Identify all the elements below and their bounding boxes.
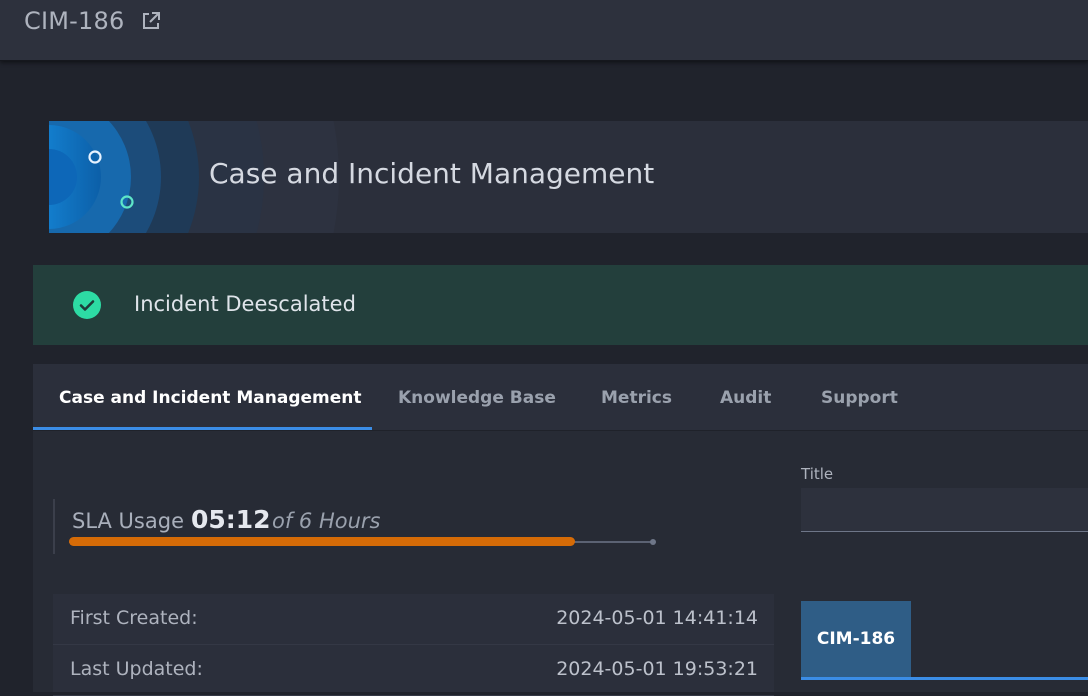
- last-updated-value: 2024-05-01 19:53:21: [556, 658, 758, 680]
- sla-label: SLA Usage: [72, 509, 184, 533]
- tab-bar: Case and Incident Management Knowledge B…: [33, 364, 1088, 431]
- sla-progress-end: [650, 539, 656, 545]
- tab-metrics[interactable]: Metrics: [601, 388, 672, 408]
- first-created-label: First Created:: [70, 607, 198, 629]
- title-label: Title: [801, 465, 834, 483]
- sla-value: 05:12: [191, 505, 271, 534]
- record-chip-label: CIM-186: [816, 629, 896, 649]
- banner-title: Case and Incident Management: [209, 157, 655, 190]
- status-alert: Incident Deescalated: [33, 265, 1088, 345]
- first-created-value: 2024-05-01 14:41:14: [556, 607, 758, 629]
- sla-usage: SLA Usage 05:12 of 6 Hours: [53, 499, 656, 554]
- case-info: First Created: 2024-05-01 14:41:14 Last …: [53, 594, 774, 696]
- sla-progress-fill: [69, 537, 575, 546]
- title-input[interactable]: [801, 488, 1088, 532]
- sla-total: of 6 Hours: [272, 509, 381, 533]
- tab-audit[interactable]: Audit: [720, 388, 771, 408]
- app-banner: Case and Incident Management: [49, 121, 1088, 233]
- tab-support[interactable]: Support: [821, 388, 898, 408]
- external-link-icon[interactable]: [140, 10, 162, 32]
- last-updated-label: Last Updated:: [70, 658, 203, 680]
- main-panel: Case and Incident Management Knowledge B…: [33, 364, 1088, 696]
- tab-case-and-incident-management[interactable]: Case and Incident Management: [59, 388, 362, 408]
- tab-knowledge-base[interactable]: Knowledge Base: [398, 388, 556, 408]
- top-bar: CIM-186: [0, 0, 1088, 61]
- active-tab-indicator: [33, 427, 372, 430]
- ticket-id: CIM-186: [24, 7, 125, 35]
- record-chip-underline: [801, 677, 1088, 680]
- record-chip[interactable]: CIM-186: [801, 601, 911, 679]
- first-created-row: First Created: 2024-05-01 14:41:14: [53, 594, 774, 645]
- last-updated-row: Last Updated: 2024-05-01 19:53:21: [53, 645, 774, 696]
- alert-message: Incident Deescalated: [134, 292, 356, 316]
- check-circle-icon: [73, 291, 101, 319]
